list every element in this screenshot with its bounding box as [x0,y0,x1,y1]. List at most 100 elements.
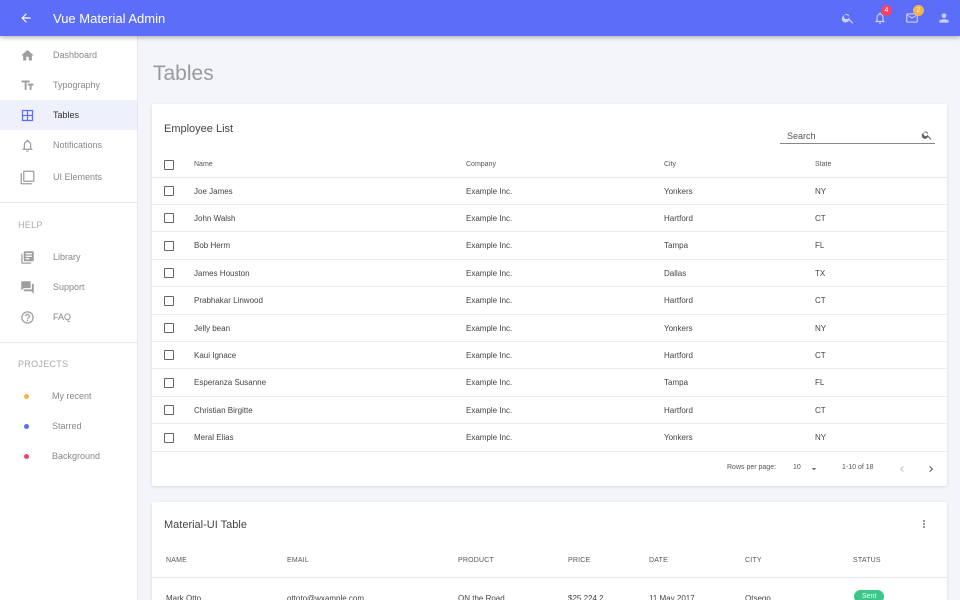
cell-name: Christian Birgitte [194,405,253,415]
table-row[interactable]: Meral Elias Example Inc. Yonkers NY [152,425,947,452]
cell-company: Example Inc. [466,433,513,443]
sidebar-item-label: Dashboard [53,50,98,60]
column-header-company[interactable]: Company [466,152,496,177]
cell-name: Prabhakar Linwood [194,296,263,306]
row-checkbox[interactable] [164,323,174,333]
column-header: PRICE [568,557,591,564]
cell-city: Tampa [664,241,689,251]
cell-city: Yonkers [664,186,693,196]
table-row[interactable]: Jelly bean Example Inc. Yonkers NY [152,315,947,342]
employee-list-card: Employee List Name Company City State Jo… [152,104,947,486]
material-ui-table-card: Material-UI Table NAME EMAIL PRODUCT PRI… [152,502,947,600]
column-header-city[interactable]: City [664,152,676,177]
cell-state: NY [815,433,827,443]
cell-company: Example Inc. [466,323,513,333]
sidebar: Dashboard Typography Tables Notification… [0,36,138,600]
cell-state: NY [815,186,827,196]
sidebar-item-label: UI Elements [53,172,103,182]
cell-company: Example Inc. [466,213,513,223]
cell-city: Hartford [664,350,693,360]
row-checkbox[interactable] [164,377,174,388]
projects-section-heading: PROJECTS [18,359,69,369]
row-checkbox[interactable] [164,350,174,361]
cell-state: CT [815,350,826,360]
row-checkbox[interactable] [164,295,174,306]
row-checkbox[interactable] [164,432,174,443]
back-arrow-icon[interactable] [17,9,35,27]
sidebar-item-typography[interactable]: Typography [0,70,137,100]
more-vert-icon[interactable] [916,516,932,532]
table-row[interactable]: Christian Birgitte Example Inc. Hartford CT [152,397,947,425]
table-row[interactable]: Esperanza Susanne Example Inc. Tampa FL [152,370,947,397]
status-badge: Sent [854,590,885,600]
profile-button[interactable] [928,0,960,36]
sidebar-project-background[interactable]: Background [0,441,137,471]
sidebar-item-label: FAQ [53,312,72,322]
table-row[interactable]: James Houston Example Inc. Dallas TX [152,260,947,288]
cell-state: CT [815,296,826,306]
sidebar-item-label: Support [53,282,85,292]
app-title: Vue Material Admin [53,10,166,26]
help-circle-icon [19,309,35,325]
card-title: Employee List [164,123,234,135]
row-checkbox[interactable] [164,268,174,279]
sidebar-item-dashboard[interactable]: Dashboard [0,40,137,70]
sidebar-item-library[interactable]: Library [0,242,137,272]
cell-state: NY [815,323,827,333]
sidebar-item-faq[interactable]: FAQ [0,302,137,332]
row-checkbox[interactable] [164,240,174,251]
cell-name: John Walsh [194,213,236,223]
sidebar-item-tables[interactable]: Tables [0,100,137,130]
cell-company: Example Inc. [466,405,513,415]
sidebar-project-my-recent[interactable]: My recent [0,381,137,411]
cell-city: Yonkers [664,323,693,333]
table-row[interactable]: John Walsh Example Inc. Hartford CT [152,205,947,233]
table-row[interactable]: Joe James Example Inc. Yonkers NY [152,178,947,205]
sidebar-item-ui-elements[interactable]: UI Elements [0,162,137,192]
search-input[interactable] [780,128,910,144]
rows-per-page-select[interactable]: 10 [793,464,801,471]
table-row[interactable]: Bob Herm Example Inc. Tampa FL [152,233,947,260]
search-icon[interactable] [921,128,933,146]
sidebar-item-support[interactable]: Support [0,272,137,302]
search-button[interactable] [832,0,864,36]
cell-name: Meral Elias [194,433,234,443]
cell-company: Example Inc. [466,296,513,306]
cell-name: Jelly bean [194,323,231,333]
table-header-row: Name Company City State [152,152,947,178]
dropdown-arrow-icon[interactable] [805,460,823,478]
sidebar-item-label: Starred [52,421,82,431]
sidebar-project-starred[interactable]: Starred [0,411,137,441]
row-checkbox[interactable] [164,186,174,196]
cell-product: ON the Road [458,594,505,600]
cell-state: FL [815,378,825,388]
cell-city: Tampa [664,378,689,388]
card-title: Material-UI Table [164,519,247,531]
project-dot [24,453,29,459]
sidebar-item-label: My recent [52,391,92,401]
notifications-button[interactable]: 4 [864,0,896,36]
sidebar-item-notifications[interactable]: Notifications [0,130,137,160]
cell-city: Dallas [664,268,687,278]
mail-button[interactable]: 2 [896,0,928,36]
sidebar-item-label: Library [53,252,81,262]
rows-per-page-label: Rows per page: [727,464,777,471]
cell-price: $25 224.2 [568,594,604,600]
cell-name: Bob Herm [194,241,231,251]
cell-state: CT [815,213,826,223]
column-header-name[interactable]: Name [194,152,213,177]
previous-page-icon[interactable] [893,460,911,478]
column-header: PRODUCT [458,557,495,564]
table-row[interactable]: Kaui Ignace Example Inc. Hartford CT [152,342,947,370]
row-checkbox[interactable] [164,405,174,416]
row-checkbox[interactable] [164,213,174,224]
cell-city: Hartford [664,296,693,306]
cell-company: Example Inc. [466,241,513,251]
library-books-icon [19,249,35,265]
cell-date: 11 May 2017 [649,594,695,600]
next-page-icon[interactable] [922,460,940,478]
column-header-state[interactable]: State [815,152,831,177]
select-all-checkbox[interactable] [164,159,174,170]
table-row[interactable]: Prabhakar Linwood Example Inc. Hartford CT [152,288,947,315]
cell-state: TX [815,268,826,278]
